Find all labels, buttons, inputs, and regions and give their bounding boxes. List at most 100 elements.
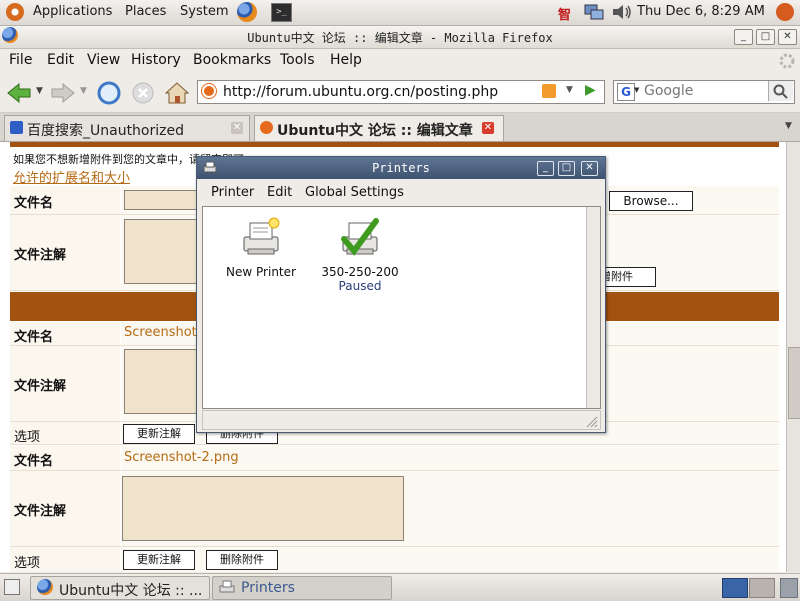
system-menu[interactable]: System	[180, 4, 228, 19]
tab-ubuntu-forum[interactable]: Ubuntu中文 论坛 :: 编辑文章 ✕	[254, 115, 504, 141]
quit-icon[interactable]	[776, 3, 794, 21]
bottom-panel: Ubuntu中文 论坛 :: ... Printers	[0, 573, 800, 601]
stop-icon[interactable]	[130, 80, 156, 106]
url-bar[interactable]: http://forum.ubuntu.org.cn/posting.php ▼…	[197, 80, 605, 104]
update-comment-button[interactable]: 更新注解	[123, 424, 195, 444]
tab-strip: 百度搜索_Unauthorized ✕ Ubuntu中文 论坛 :: 编辑文章 …	[0, 113, 800, 142]
firefox-titlebar: Ubuntu中文 论坛 :: 编辑文章 - Mozilla Firefox _ …	[0, 26, 800, 49]
scrollbar-thumb[interactable]	[788, 347, 800, 419]
minimize-button[interactable]: _	[734, 29, 753, 45]
printers-menubar: Printer Edit Global Settings	[197, 179, 605, 205]
tab-baidu[interactable]: 百度搜索_Unauthorized ✕	[4, 115, 250, 141]
printer-icon-view: New Printer 350-250-200 Paused	[202, 206, 601, 409]
comment-label: 文件注解	[14, 379, 67, 394]
menu-bookmarks[interactable]: Bookmarks	[193, 52, 271, 68]
forward-dropdown-icon[interactable]: ▼	[80, 86, 87, 96]
extensions-link[interactable]: 允许的扩展名和大小	[13, 167, 130, 186]
menu-edit[interactable]: Edit	[267, 185, 292, 200]
menu-printer[interactable]: Printer	[211, 185, 254, 200]
attachment-2-filename-row: 文件名 Screenshot-2.png	[10, 446, 779, 471]
options-label: 选项	[14, 556, 41, 571]
search-bar[interactable]: G ▼	[613, 80, 795, 104]
new-printer-icon	[243, 217, 280, 255]
engine-dropdown-icon[interactable]: ▼	[634, 86, 639, 94]
update-comment-button[interactable]: 更新注解	[123, 550, 195, 570]
back-dropdown-icon[interactable]: ▼	[36, 86, 43, 96]
firefox-task-icon	[37, 579, 53, 595]
home-icon[interactable]	[164, 80, 190, 106]
url-dropdown-icon[interactable]: ▼	[566, 85, 573, 95]
network-icon[interactable]	[584, 3, 604, 21]
page-scrollbar[interactable]	[786, 142, 800, 572]
site-favicon	[201, 83, 217, 99]
printers-maximize-button[interactable]: □	[558, 161, 575, 176]
attachment-filename[interactable]: Screenshot-2.png	[124, 450, 239, 465]
search-input[interactable]	[644, 82, 764, 100]
tab-label: 百度搜索_Unauthorized	[27, 123, 184, 139]
printers-scrollbar[interactable]	[586, 207, 600, 408]
ubuntu-logo-icon[interactable]	[6, 3, 24, 21]
section-divider	[10, 142, 779, 147]
back-icon[interactable]	[6, 80, 32, 106]
window-title: Ubuntu中文 论坛 :: 编辑文章 - Mozilla Firefox	[247, 31, 553, 45]
magnifier-icon	[773, 84, 788, 99]
clock[interactable]: Thu Dec 6, 8:29 AM	[637, 4, 765, 19]
firefox-menubar: File Edit View History Bookmarks Tools H…	[0, 49, 800, 73]
go-icon[interactable]: ▶	[585, 82, 596, 98]
comment-textarea[interactable]	[122, 476, 404, 541]
filename-label: 文件名	[14, 454, 54, 469]
url-text[interactable]: http://forum.ubuntu.org.cn/posting.php	[223, 84, 498, 100]
filename-label: 文件名	[14, 196, 54, 211]
resize-grip-icon[interactable]	[586, 416, 598, 428]
search-go-button[interactable]	[768, 81, 793, 101]
baidu-favicon	[10, 121, 23, 134]
rss-feed-icon[interactable]	[542, 84, 556, 98]
show-desktop-icon[interactable]	[4, 579, 20, 595]
taskbar-printers[interactable]: Printers	[212, 576, 392, 600]
menu-tools[interactable]: Tools	[280, 52, 315, 68]
taskbar-firefox[interactable]: Ubuntu中文 论坛 :: ...	[30, 576, 210, 600]
volume-icon[interactable]	[611, 3, 633, 21]
printer-item-350-250-200[interactable]: 350-250-200 Paused	[315, 215, 405, 293]
attachment-2-comment-row: 文件注解	[10, 471, 779, 547]
menu-view[interactable]: View	[87, 52, 120, 68]
tab-close-icon[interactable]: ✕	[231, 122, 243, 134]
applications-menu[interactable]: Applications	[33, 4, 112, 19]
printers-titlebar[interactable]: Printers _ □ ✕	[197, 157, 605, 179]
terminal-launcher-icon[interactable]: >_	[271, 3, 292, 22]
tab-close-icon[interactable]: ✕	[482, 122, 494, 134]
forward-icon[interactable]	[50, 80, 76, 106]
menu-edit[interactable]: Edit	[47, 52, 74, 68]
printers-window: Printers _ □ ✕ Printer Edit Global Setti…	[196, 156, 606, 433]
attachment-2-options-row: 选项 更新注解 删除附件	[10, 547, 779, 572]
firefox-launcher-icon[interactable]	[237, 2, 257, 22]
google-engine-icon[interactable]: G	[617, 83, 635, 101]
taskbar-label: Ubuntu中文 论坛 :: ...	[59, 583, 203, 599]
input-method-indicator[interactable]: 智	[558, 4, 571, 23]
top-panel: Applications Places System >_ 智 Thu Dec …	[0, 0, 800, 26]
workspace-2[interactable]	[749, 578, 775, 598]
maximize-button[interactable]: □	[756, 29, 775, 45]
menu-file[interactable]: File	[9, 52, 32, 68]
close-button[interactable]: ✕	[778, 29, 797, 45]
printers-close-button[interactable]: ✕	[581, 161, 598, 176]
delete-attachment-button[interactable]: 删除附件	[206, 550, 278, 570]
options-label: 选项	[14, 430, 41, 445]
reload-icon[interactable]	[96, 80, 122, 106]
places-menu[interactable]: Places	[125, 4, 166, 19]
paused-printer-icon	[341, 218, 379, 256]
tab-list-icon[interactable]: ▼	[785, 121, 792, 131]
printer-task-icon	[219, 580, 235, 593]
new-printer-item[interactable]: New Printer	[221, 215, 301, 279]
workspace-1[interactable]	[722, 578, 748, 598]
menu-help[interactable]: Help	[330, 52, 362, 68]
browse-button[interactable]: Browse...	[609, 191, 693, 211]
comment-label: 文件注解	[14, 504, 67, 519]
menu-history[interactable]: History	[131, 52, 181, 68]
comment-label: 文件注解	[14, 248, 67, 263]
printer-name: New Printer	[226, 265, 296, 279]
printers-minimize-button[interactable]: _	[537, 161, 554, 176]
trash-icon[interactable]	[780, 578, 798, 598]
menu-global-settings[interactable]: Global Settings	[305, 185, 404, 200]
filename-label: 文件名	[14, 330, 54, 345]
